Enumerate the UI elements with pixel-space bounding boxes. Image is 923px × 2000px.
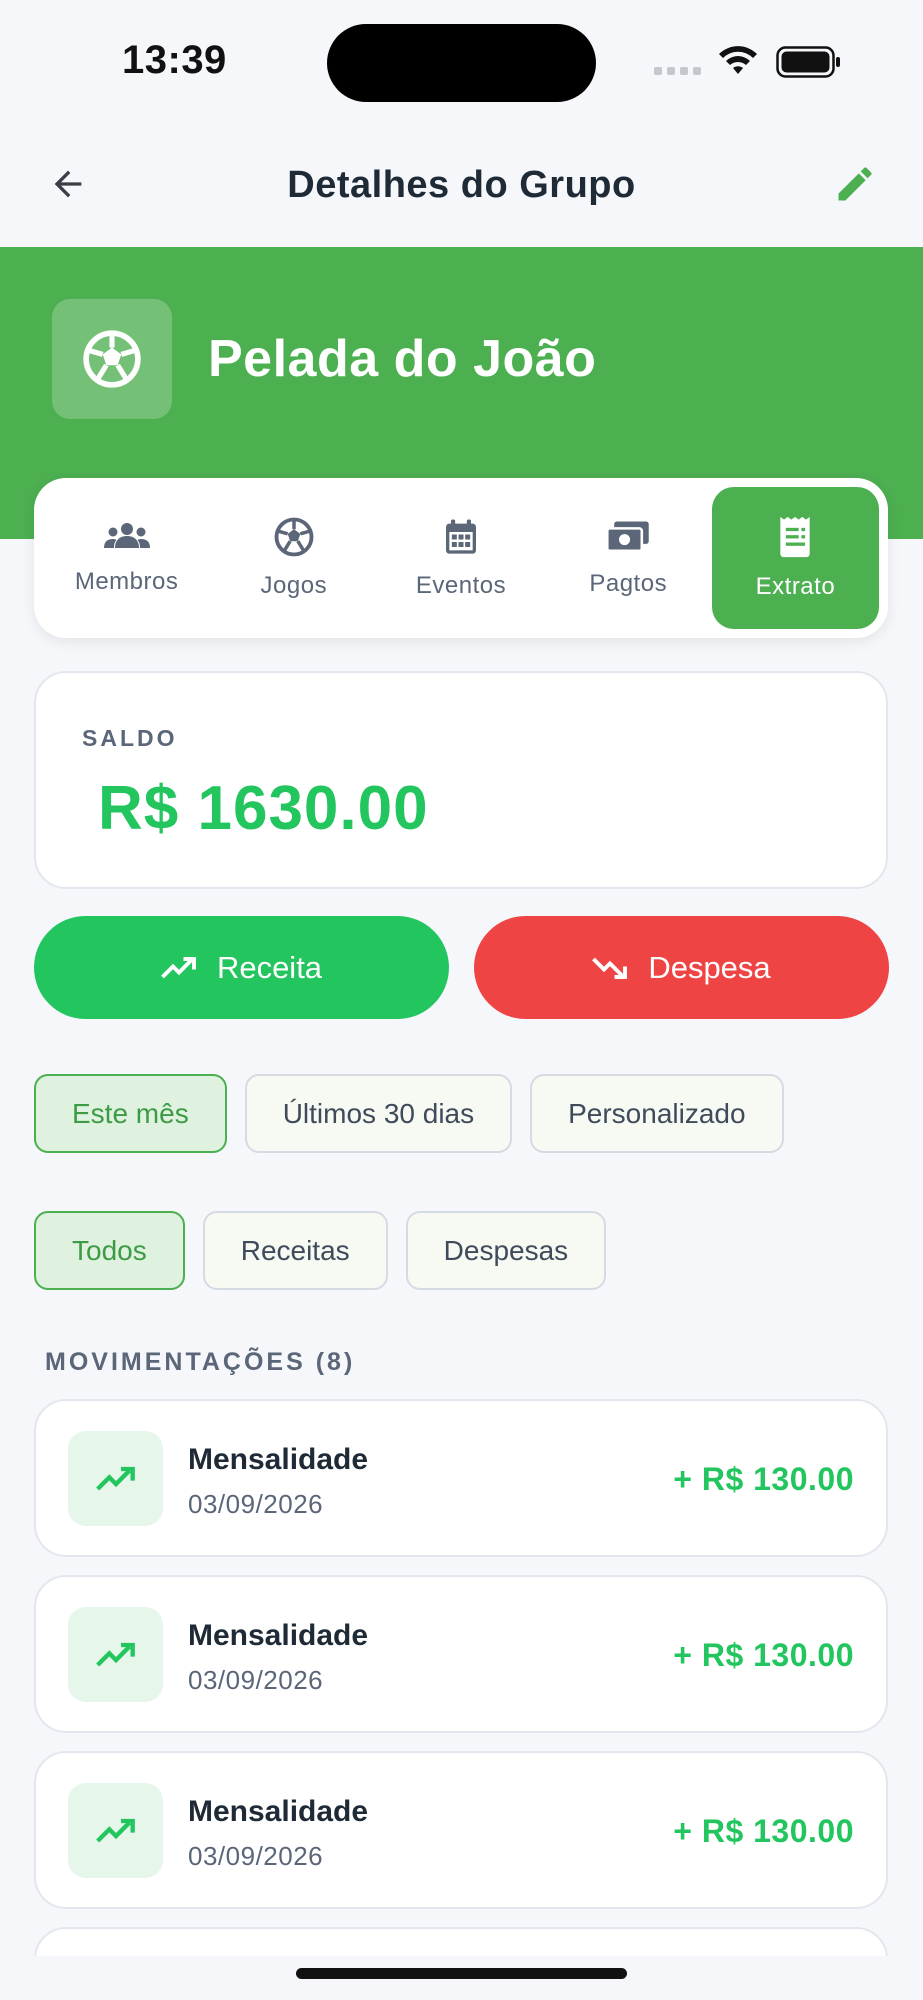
balance-label: SALDO [82, 725, 178, 751]
tab-label: Pagtos [589, 570, 668, 597]
group-tabs: Membros Jogos Eventos Pagtos Extrato [34, 478, 888, 638]
movement-date: 03/09/2026 [188, 1489, 324, 1519]
movement-amount: + R$ 130.00 [673, 1813, 854, 1849]
tab-eventos[interactable]: Eventos [377, 487, 544, 629]
movements-list: Mensalidade 03/09/2026 + R$ 130.00 Mensa… [34, 1399, 888, 1956]
filter-last-30-days[interactable]: Últimos 30 dias [244, 1074, 513, 1153]
tab-label: Membros [74, 568, 179, 595]
trending-up-icon [95, 1818, 135, 1843]
wifi-icon [719, 46, 757, 74]
filter-custom[interactable]: Personalizado [530, 1074, 784, 1153]
list-item[interactable] [34, 1927, 888, 1956]
period-filter-group: Este mês Últimos 30 dias Personalizado [34, 1074, 784, 1153]
add-income-label: Receita [216, 949, 323, 985]
filter-income[interactable]: Receitas [202, 1211, 388, 1290]
tab-label: Jogos [260, 572, 328, 599]
pencil-icon [838, 167, 872, 201]
movement-icon-box [68, 1783, 163, 1878]
app-header: Detalhes do Grupo [0, 120, 923, 247]
users-icon [103, 523, 150, 548]
tab-extrato[interactable]: Extrato [711, 487, 880, 629]
type-filter-group: Todos Receitas Despesas [34, 1211, 607, 1290]
balance-value: R$ 1630.00 [98, 774, 429, 843]
cellular-signal-icon [654, 67, 701, 75]
filter-this-month[interactable]: Este mês [34, 1074, 227, 1153]
list-item[interactable]: Mensalidade 03/09/2026 + R$ 130.00 [34, 1399, 888, 1557]
add-expense-label: Despesa [648, 949, 771, 985]
receipt-icon [780, 516, 811, 558]
add-expense-button[interactable]: Despesa [474, 916, 889, 1019]
group-name: Pelada do João [208, 330, 597, 388]
home-indicator[interactable] [296, 1968, 627, 1979]
movement-date: 03/09/2026 [188, 1665, 324, 1695]
movement-name: Mensalidade [188, 1619, 369, 1652]
edit-button[interactable] [831, 160, 879, 208]
trending-up-icon [161, 956, 196, 978]
trending-up-icon [95, 1466, 135, 1491]
movement-name: Mensalidade [188, 1795, 369, 1828]
calendar-icon [446, 519, 476, 554]
movement-amount: + R$ 130.00 [673, 1637, 854, 1673]
tab-pagtos[interactable]: Pagtos [545, 487, 712, 629]
trending-down-icon [592, 957, 628, 979]
page-title: Detalhes do Grupo [287, 164, 636, 206]
tab-label: Eventos [415, 572, 507, 599]
movement-name: Mensalidade [188, 1443, 369, 1476]
balance-card: SALDO R$ 1630.00 [34, 671, 888, 889]
soccer-ball-icon [83, 330, 141, 388]
tab-jogos[interactable]: Jogos [210, 487, 377, 629]
battery-icon [776, 46, 840, 78]
money-icon [606, 521, 649, 553]
status-time: 13:39 [122, 38, 227, 82]
movement-date: 03/09/2026 [188, 1841, 324, 1871]
group-avatar [52, 299, 172, 419]
tab-membros[interactable]: Membros [43, 487, 210, 629]
movement-icon-box [68, 1607, 163, 1702]
soccer-ball-icon [274, 517, 314, 557]
filter-all[interactable]: Todos [34, 1211, 185, 1290]
dynamic-island [327, 24, 596, 102]
trending-up-icon [95, 1642, 135, 1667]
list-item[interactable]: Mensalidade 03/09/2026 + R$ 130.00 [34, 1575, 888, 1733]
add-income-button[interactable]: Receita [34, 916, 449, 1019]
movement-amount: + R$ 130.00 [673, 1461, 854, 1497]
movements-title: MOVIMENTAÇÕES (8) [45, 1348, 356, 1376]
movement-icon-box [68, 1431, 163, 1526]
tab-label: Extrato [755, 573, 836, 600]
list-item[interactable]: Mensalidade 03/09/2026 + R$ 130.00 [34, 1751, 888, 1909]
status-bar: 13:39 [0, 0, 923, 120]
filter-expenses[interactable]: Despesas [405, 1211, 607, 1290]
